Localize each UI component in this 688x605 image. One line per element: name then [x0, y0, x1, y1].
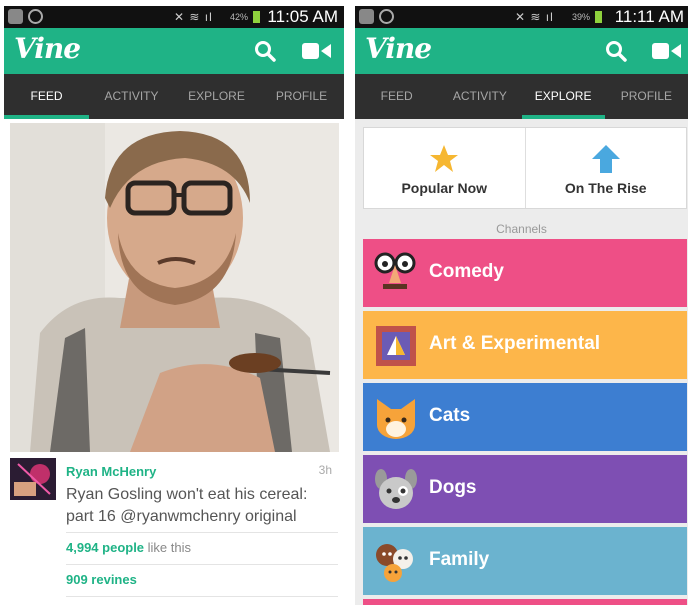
notification-icon: [8, 9, 23, 24]
battery-percent: 42%: [230, 12, 249, 22]
dog-icon: [375, 469, 417, 509]
cat-icon: [377, 399, 415, 439]
vine-logo: Vine: [14, 32, 81, 65]
likes-line[interactable]: 4,994 people like this: [66, 540, 191, 555]
tab-feed[interactable]: FEED: [4, 74, 89, 119]
channel-dogs[interactable]: Dogs: [363, 455, 687, 523]
post-author-name[interactable]: Ryan McHenry: [66, 464, 156, 479]
star-icon: [430, 145, 459, 172]
status-bar: ✕ ≋ ıl 39% 11:11 AM: [355, 6, 688, 28]
status-bar: ✕ ≋ ıl 42% 11:05 AM: [4, 6, 344, 28]
post-time: 3h: [318, 463, 332, 477]
channel-label: Art & Experimental: [429, 333, 601, 354]
tab-bar: FEED ACTIVITY EXPLORE PROFILE: [4, 74, 344, 119]
video-camera-icon[interactable]: [302, 42, 332, 60]
notification-icon: [379, 9, 394, 24]
channel-comedy[interactable]: Comedy: [363, 239, 687, 307]
divider: [66, 532, 338, 533]
tab-activity[interactable]: ACTIVITY: [89, 74, 174, 119]
app-bar: Vine: [4, 28, 344, 74]
author-avatar[interactable]: [10, 458, 56, 500]
art-frame-icon: [376, 326, 416, 366]
battery-icon: [253, 11, 260, 23]
likes-count[interactable]: 4,994 people: [66, 540, 144, 555]
channel-label: Dogs: [429, 477, 477, 498]
feed-screen: ✕ ≋ ıl 42% 11:05 AM Vine FEED ACTIVITY E…: [4, 0, 344, 605]
featured-row: Popular Now On The Rise: [363, 127, 687, 209]
app-bar: Vine: [355, 28, 688, 74]
channel-label: Cats: [429, 405, 471, 426]
vine-logo: Vine: [365, 32, 432, 65]
tab-feed[interactable]: FEED: [355, 74, 438, 119]
battery-icon: [595, 11, 602, 23]
tab-profile[interactable]: PROFILE: [605, 74, 688, 119]
channel-label: Family: [429, 549, 490, 570]
explore-screen: ✕ ≋ ıl 39% 11:11 AM Vine FEED ACTIVITY E…: [355, 0, 688, 605]
comedy-glasses-icon: [374, 252, 416, 289]
tab-explore[interactable]: EXPLORE: [521, 74, 606, 119]
search-icon[interactable]: [254, 40, 276, 62]
status-time: 11:05 AM: [267, 7, 338, 26]
on-the-rise-button[interactable]: On The Rise: [524, 128, 687, 208]
channel-next-partial[interactable]: [363, 599, 687, 605]
popular-now-label: Popular Now: [401, 180, 488, 196]
video-thumbnail[interactable]: [10, 123, 339, 452]
headset-icon: [28, 9, 43, 24]
post-caption: Ryan Gosling won't eat his cereal: part …: [66, 486, 308, 525]
arrow-up-icon: [591, 145, 620, 173]
popular-now-button[interactable]: Popular Now: [364, 128, 525, 208]
tab-explore[interactable]: EXPLORE: [174, 74, 259, 119]
tab-profile[interactable]: PROFILE: [259, 74, 344, 119]
tab-bar: FEED ACTIVITY EXPLORE PROFILE: [355, 74, 688, 119]
channel-family[interactable]: Family: [363, 527, 687, 595]
likes-suffix: like this: [144, 540, 192, 555]
divider: [66, 596, 338, 597]
video-camera-icon[interactable]: [652, 42, 682, 60]
battery-percent: 39%: [572, 12, 591, 22]
tab-activity[interactable]: ACTIVITY: [438, 74, 521, 119]
gallery-icon: [359, 9, 374, 24]
signal-icon: ✕ ≋ ıl: [174, 10, 213, 24]
status-time: 11:11 AM: [614, 7, 684, 26]
family-icon: [376, 544, 413, 582]
divider: [66, 564, 338, 565]
channel-art-experimental[interactable]: Art & Experimental: [363, 311, 687, 379]
channels-heading: Channels: [496, 222, 547, 236]
revines-count[interactable]: 909 revines: [66, 572, 137, 587]
signal-icon: ✕ ≋ ıl: [515, 10, 554, 24]
channel-label: Comedy: [429, 261, 504, 282]
video-frame-image: [10, 123, 339, 452]
on-the-rise-label: On The Rise: [564, 180, 647, 196]
channel-cats[interactable]: Cats: [363, 383, 687, 451]
avatar-image: [10, 458, 56, 500]
search-icon[interactable]: [605, 40, 627, 62]
